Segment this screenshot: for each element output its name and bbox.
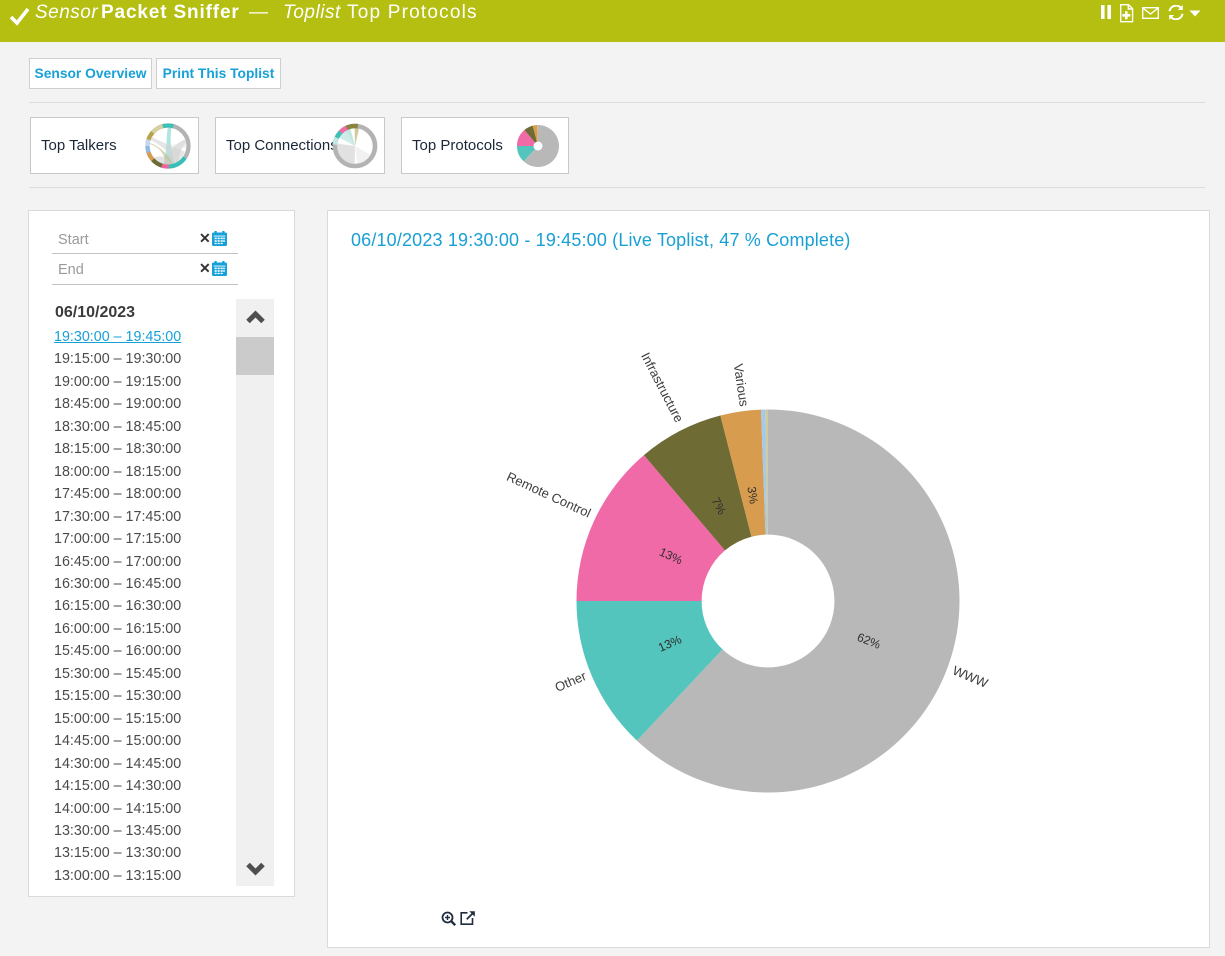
svg-text:Other: Other xyxy=(553,668,589,695)
svg-text:Remote Control: Remote Control xyxy=(504,469,593,521)
svg-text:Infrastructure: Infrastructure xyxy=(638,350,687,425)
svg-text:3%: 3% xyxy=(744,486,760,505)
svg-text:Various: Various xyxy=(731,363,752,408)
svg-text:WWW: WWW xyxy=(950,663,990,691)
